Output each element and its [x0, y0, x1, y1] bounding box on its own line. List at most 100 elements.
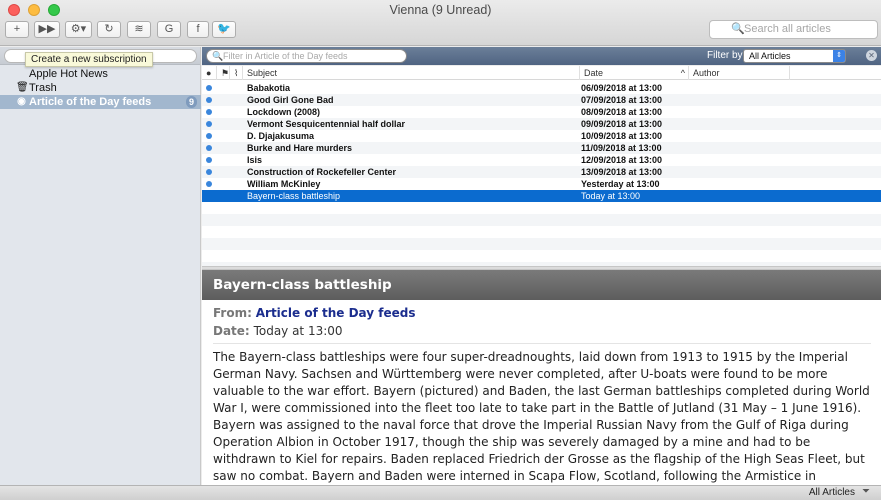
column-unread[interactable]: ● [202, 66, 217, 80]
refresh-button[interactable]: ↻ [97, 21, 121, 38]
status-text: All Articles [808, 487, 855, 498]
row-subject: Construction of Rockefeller Center [247, 167, 397, 177]
unread-count-badge: 9 [185, 96, 197, 108]
unread-dot-icon: ● [206, 68, 212, 78]
unread-dot-icon[interactable] [206, 133, 212, 139]
paperclip-icon: ⌇ [234, 68, 239, 78]
folder-sidebar: Create a new subscription Apple Hot News… [0, 47, 201, 485]
unread-dot-icon[interactable] [206, 97, 212, 103]
tooltip: Create a new subscription [25, 52, 153, 67]
unread-dot-icon[interactable] [206, 157, 212, 163]
trash-icon: 🗑 [16, 82, 29, 93]
search-icon: 🔍 [212, 51, 224, 61]
column-subject[interactable]: Subject [243, 66, 580, 80]
table-row[interactable]: D. Djajakusuma 10/09/2018 at 13:00 [202, 130, 881, 142]
empty-row [202, 226, 881, 238]
row-subject: Lockdown (2008) [247, 107, 321, 117]
row-date: 12/09/2018 at 13:00 [581, 155, 663, 165]
actions-menu-button[interactable]: ⚙▾ [65, 21, 92, 38]
sort-ascending-icon: ^ [680, 68, 685, 78]
empty-row [202, 214, 881, 226]
table-row[interactable]: Babakotia 06/09/2018 at 13:00 [202, 82, 881, 94]
table-row[interactable]: Good Girl Gone Bad 07/09/2018 at 13:00 [202, 94, 881, 106]
window-title: Vienna (9 Unread) [389, 3, 492, 17]
globe-icon: ◉ [17, 96, 26, 107]
column-author[interactable]: Author [689, 66, 790, 80]
row-subject: William McKinley [247, 179, 321, 189]
filter-by-select[interactable]: All Articles ⇕ [743, 49, 846, 63]
row-date: 11/09/2018 at 13:00 [581, 143, 662, 153]
table-row[interactable]: Construction of Rockefeller Center 13/09/… [202, 166, 881, 178]
column-date[interactable]: Date ^ [580, 66, 689, 80]
row-date: Yesterday at 13:00 [581, 179, 660, 189]
sidebar-item[interactable]: 🗑 Trash [0, 81, 201, 95]
sidebar-item-label: Apple Hot News [29, 68, 108, 80]
table-row[interactable]: Isis 12/09/2018 at 13:00 [202, 154, 881, 166]
skip-unread-button[interactable]: ▶▶ [34, 21, 60, 38]
table-row[interactable]: Bayern-class battleship Today at 13:00 [202, 190, 881, 202]
status-bar: All Articles ⏷ [0, 485, 881, 500]
unread-dot-icon[interactable] [206, 181, 212, 187]
filter-by-value: All Articles [749, 51, 791, 61]
article-filter-placeholder: Filter in Article of the Day feeds [223, 51, 348, 61]
search-icon: 🔍 [731, 23, 745, 35]
filter-by-label: Filter by: [707, 50, 746, 61]
article-date: Date: Today at 13:00 [213, 324, 343, 338]
from-label: From: [213, 306, 252, 320]
article-title: Bayern-class battleship [202, 270, 881, 300]
styles-button[interactable]: ≋ [127, 21, 151, 38]
article-list[interactable]: ● ⚑ ⌇ Subject Date ^ Author Babakotia 06/… [202, 66, 881, 266]
google-icon: G [164, 23, 174, 35]
unread-dot-icon[interactable] [206, 109, 212, 115]
add-subscription-button[interactable]: + [5, 21, 29, 38]
sidebar-item-label: Article of the Day feeds [29, 96, 152, 108]
google-button[interactable]: G [157, 21, 181, 38]
article-from: From: Article of the Day feeds [213, 306, 416, 320]
row-date: 08/09/2018 at 13:00 [581, 107, 663, 117]
empty-row [202, 202, 881, 214]
filter-bar: 🔍 Filter in Article of the Day feeds Fil… [202, 47, 881, 65]
flag-icon: ⚑ [221, 68, 230, 78]
row-subject: Burke and Hare murders [247, 143, 353, 153]
empty-row [202, 238, 881, 250]
twitter-button[interactable]: 🐦 [212, 21, 236, 38]
table-row[interactable]: Lockdown (2008) 08/09/2018 at 13:00 [202, 106, 881, 118]
row-subject: D. Djajakusuma [247, 131, 315, 141]
feed-link[interactable]: Article of the Day feeds [256, 306, 416, 320]
search-field[interactable]: 🔍 Search all articles [709, 20, 878, 39]
row-date: 10/09/2018 at 13:00 [581, 131, 663, 141]
unread-dot-icon[interactable] [206, 169, 212, 175]
row-subject: Good Girl Gone Bad [247, 95, 334, 105]
date-value: Today at 13:00 [253, 324, 343, 338]
article-body: The Bayern-class battleships were four s… [213, 350, 870, 483]
row-subject: Babakotia [247, 83, 291, 93]
apple-icon [16, 68, 27, 79]
column-flag[interactable]: ⚑ [217, 66, 230, 80]
row-date: 07/09/2018 at 13:00 [581, 95, 663, 105]
unread-dot-icon[interactable] [206, 145, 212, 151]
article-list-header: ● ⚑ ⌇ Subject Date ^ Author [202, 66, 881, 80]
filter-icon[interactable]: ⏷ [862, 486, 870, 497]
chevron-updown-icon: ⇕ [833, 50, 845, 62]
table-row[interactable]: Burke and Hare murders 11/09/2018 at 13:0… [202, 142, 881, 154]
reading-pane: Bayern-class battleship From: Article of… [202, 270, 881, 485]
twitter-icon: 🐦 [217, 23, 231, 35]
fast-forward-icon: ▶▶ [38, 23, 56, 35]
article-filter-input[interactable]: 🔍 Filter in Article of the Day feeds [206, 49, 407, 63]
unread-dot-icon[interactable] [206, 85, 212, 91]
facebook-icon: f [196, 23, 200, 35]
column-date-label: Date [584, 68, 604, 78]
gear-icon: ⚙▾ [70, 23, 87, 35]
sidebar-item[interactable]: ◉ Article of the Day feeds 9 [0, 95, 201, 109]
unread-dot-icon[interactable] [206, 121, 212, 127]
column-attachment[interactable]: ⌇ [230, 66, 243, 80]
sidebar-item[interactable]: Apple Hot News [0, 67, 201, 81]
sidebar-item-label: Trash [29, 82, 57, 94]
row-subject: Bayern-class battleship [247, 191, 341, 201]
row-subject: Isis [247, 155, 263, 165]
table-row[interactable]: Vermont Sesquicentennial half dollar 09/0… [202, 118, 881, 130]
close-filter-bar-button[interactable]: ✕ [866, 50, 877, 61]
table-row[interactable]: William McKinley Yesterday at 13:00 [202, 178, 881, 190]
facebook-button[interactable]: f [187, 21, 209, 38]
date-label: Date: [213, 324, 250, 338]
